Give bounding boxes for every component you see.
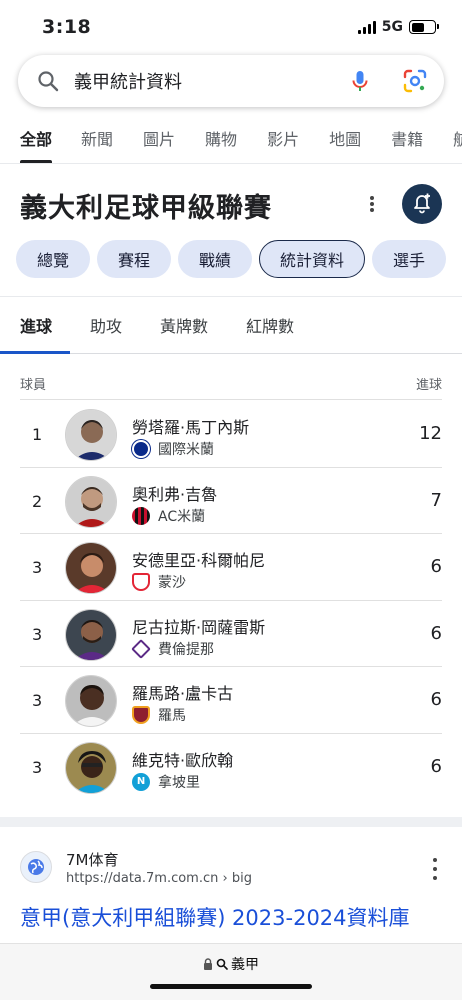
column-goals: 進球 (415, 378, 442, 393)
ac-milan-logo-icon (132, 506, 150, 525)
player-name: 尼古拉斯·岡薩雷斯 (132, 617, 266, 637)
address-bar[interactable]: 義甲 (0, 954, 462, 974)
network-label: 5G (381, 19, 403, 35)
google-lens-icon[interactable] (402, 68, 428, 94)
subtab-assists[interactable]: 助攻 (90, 297, 122, 353)
player-team: 羅馬 (132, 705, 186, 725)
scorers-table: 1 勞塔羅·馬丁內斯 國際米蘭 12 2 奧利弗·吉魯 AC米蘭 7 3 安德里… (20, 401, 442, 800)
battery-icon (409, 20, 439, 34)
result-more-options-icon[interactable] (431, 858, 439, 880)
status-bar: 3:18 5G (0, 0, 462, 50)
player-avatar (65, 608, 117, 661)
player-goals: 12 (419, 423, 442, 444)
player-rank: 3 (32, 757, 43, 777)
table-row[interactable]: 3 羅馬路·盧卡古 羅馬 6 (20, 667, 442, 734)
player-team: AC米蘭 (132, 506, 205, 526)
player-goals: 7 (430, 489, 442, 511)
player-team: N 拿坡里 (132, 772, 200, 792)
player-rank: 3 (32, 691, 43, 710)
player-rank: 3 (32, 558, 43, 577)
tab-flights[interactable]: 航 (453, 120, 462, 163)
team-name: 費倫提那 (158, 641, 214, 658)
team-name: 蒙沙 (158, 575, 186, 591)
tab-images[interactable]: 圖片 (143, 120, 175, 163)
player-name: 奧利弗·吉魯 (132, 484, 218, 504)
tab-news[interactable]: 新聞 (81, 120, 113, 163)
chip-stats[interactable]: 統計資料 (259, 240, 365, 278)
status-icons: 5G (357, 19, 439, 35)
player-rank: 3 (32, 624, 43, 644)
stats-subtabs: 進球 助攻 黃牌數 紅牌數 (0, 296, 462, 354)
team-name: 國際米蘭 (158, 442, 214, 458)
search-small-icon (216, 958, 228, 970)
entity-title: 義大利足球甲級聯賽 (20, 193, 272, 224)
player-avatar (65, 542, 117, 594)
player-goals: 6 (430, 622, 442, 644)
team-name: 拿坡里 (158, 774, 200, 791)
player-team: 國際米蘭 (132, 439, 214, 459)
notification-bell-button[interactable] (402, 184, 442, 224)
player-name: 維克特·歐欣翰 (132, 750, 234, 770)
player-rank: 1 (32, 425, 43, 444)
globe-icon (20, 851, 52, 883)
player-avatar (65, 675, 117, 727)
table-header: 球員 進球 (20, 372, 442, 400)
microphone-icon[interactable] (348, 69, 372, 93)
player-goals: 6 (430, 755, 442, 777)
team-name: 羅馬 (158, 708, 186, 724)
chip-standings[interactable]: 戰績 (178, 240, 252, 278)
chip-schedule[interactable]: 賽程 (97, 240, 171, 278)
table-row[interactable]: 3 安德里亞·科爾帕尼 蒙沙 6 (20, 534, 442, 601)
result-site-name: 7M体育 (66, 851, 119, 869)
tab-shopping[interactable]: 購物 (205, 120, 237, 163)
more-options-icon[interactable] (364, 192, 380, 216)
player-name: 勞塔羅·馬丁內斯 (132, 418, 250, 437)
league-chips: 總覽 賽程 戰績 統計資料 選手 (16, 240, 446, 278)
tab-maps[interactable]: 地圖 (329, 120, 361, 163)
player-avatar (65, 741, 117, 794)
result-title-link[interactable]: 意甲(意大利甲組聯賽) 2023-2024資料庫 (20, 904, 450, 946)
player-avatar (65, 409, 117, 461)
search-icon[interactable] (36, 69, 60, 93)
table-row[interactable]: 1 勞塔羅·馬丁內斯 國際米蘭 12 (20, 401, 442, 468)
subtab-red-cards[interactable]: 紅牌數 (246, 297, 294, 353)
tab-videos[interactable]: 影片 (267, 120, 299, 163)
fiorentina-logo-icon (131, 638, 151, 659)
player-rank: 2 (32, 491, 43, 511)
search-input[interactable]: 義甲統計資料 (74, 68, 348, 94)
search-tabs: 全部 新聞 圖片 購物 影片 地圖 書籍 航 (0, 120, 462, 164)
player-goals: 6 (430, 689, 442, 710)
signal-icon (357, 20, 376, 34)
player-name: 羅馬路·盧卡古 (132, 684, 234, 703)
address-text: 義甲 (231, 957, 259, 973)
status-time: 3:18 (42, 16, 92, 38)
player-team: 蒙沙 (132, 572, 186, 592)
tab-books[interactable]: 書籍 (391, 120, 423, 163)
chip-players[interactable]: 選手 (372, 240, 446, 278)
table-row[interactable]: 2 奧利弗·吉魯 AC米蘭 7 (20, 468, 442, 534)
table-row[interactable]: 3 維克特·歐欣翰 N 拿坡里 6 (20, 734, 442, 801)
player-name: 安德里亞·科爾帕尼 (132, 551, 266, 570)
column-player: 球員 (20, 378, 47, 393)
subtab-yellow-cards[interactable]: 黃牌數 (160, 297, 208, 353)
player-goals: 6 (430, 556, 442, 577)
table-row[interactable]: 3 尼古拉斯·岡薩雷斯 費倫提那 6 (20, 601, 442, 667)
subtab-goals[interactable]: 進球 (0, 297, 71, 354)
home-indicator[interactable] (150, 984, 312, 989)
monza-logo-icon (132, 573, 150, 591)
browser-bottom-bar: 義甲 (0, 943, 462, 1000)
bell-add-icon (414, 193, 430, 214)
player-team: 費倫提那 (131, 638, 214, 659)
result-url[interactable]: https://data.7m.com.cn › big (66, 871, 252, 886)
napoli-logo-icon: N (132, 772, 150, 791)
inter-logo-icon (132, 440, 150, 458)
lock-icon (204, 958, 212, 970)
chip-overview[interactable]: 總覽 (16, 240, 90, 278)
tab-all[interactable]: 全部 (20, 120, 53, 163)
player-avatar (65, 475, 117, 528)
roma-logo-icon (132, 706, 150, 724)
search-bar[interactable]: 義甲統計資料 (18, 55, 444, 107)
team-name: AC米蘭 (158, 508, 206, 525)
section-divider (0, 817, 462, 827)
